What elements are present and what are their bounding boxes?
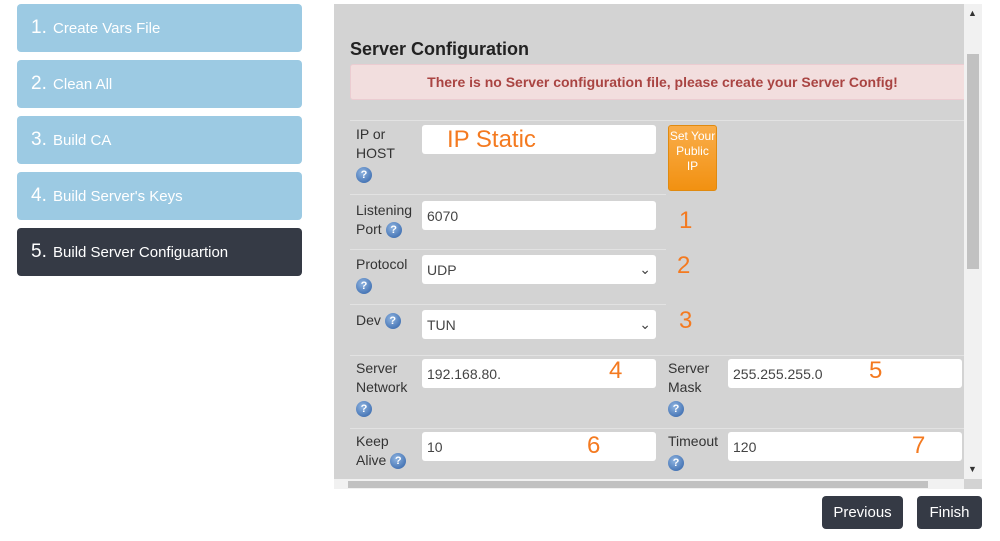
timeout-label: Timeout? [668,432,724,471]
timeout-label-text: Timeout [668,433,719,449]
help-icon[interactable]: ? [390,453,407,470]
divider [350,120,966,121]
server-configuration-panel: Server Configuration There is no Server … [334,4,982,489]
step-build-server-configuration[interactable]: 5. Build Server Configuartion [17,228,302,276]
timeout-input[interactable]: 120 [728,432,962,461]
annotation-1: 1 [679,207,693,234]
ip-static-annotation: IP Static [447,125,536,153]
horizontal-scrollbar-thumb[interactable] [348,481,928,488]
keep-alive-label: Keep Alive ? [356,432,418,470]
step-label: Build Server's Keys [53,187,183,205]
set-public-ip-button[interactable]: Set Your Public IP [668,125,717,191]
step-build-ca[interactable]: 3. Build CA [17,116,302,164]
help-icon[interactable]: ? [384,313,401,330]
protocol-select[interactable]: UDP ⌄ [422,255,656,284]
page-title: Server Configuration [350,39,530,59]
divider [350,355,970,356]
divider [350,304,666,305]
dev-label: Dev ? [356,311,418,330]
step-clean-all[interactable]: 2. Clean All [17,60,302,108]
step-build-server-keys[interactable]: 4. Build Server's Keys [17,172,302,220]
divider [350,249,666,250]
step-create-vars-file[interactable]: 1. Create Vars File [17,4,302,52]
server-network-label: Server Network? [356,359,416,417]
annotation-2: 2 [677,252,691,279]
ip-host-label-text: IP or HOST [356,126,395,161]
scroll-up-arrow-icon[interactable]: ▲ [968,8,977,18]
protocol-value: UDP [427,261,457,278]
listening-port-input[interactable]: 6070 [422,201,656,230]
server-mask-label-text: Server Mask [668,360,710,395]
listening-port-label-text: Listening Port [356,202,413,237]
divider [350,428,970,429]
protocol-label-text: Protocol [356,256,408,272]
listening-port-label: Listening Port ? [356,201,418,239]
step-number: 5. [31,241,47,262]
chevron-down-icon: ⌄ [639,316,651,332]
chevron-down-icon: ⌄ [639,261,651,277]
finish-button[interactable]: Finish [917,496,982,529]
help-icon[interactable]: ? [385,222,402,239]
step-number: 4. [31,185,47,206]
annotation-5: 5 [869,357,883,384]
error-alert: There is no Server configuration file, p… [350,64,975,100]
step-label: Clean All [53,75,113,93]
vertical-scrollbar-thumb[interactable] [967,54,979,269]
step-number: 3. [31,129,47,150]
help-icon[interactable]: ? [356,277,372,294]
annotation-6: 6 [587,432,601,459]
keep-alive-input[interactable]: 10 [422,432,656,461]
server-mask-input[interactable]: 255.255.255.0 [728,359,962,388]
server-mask-label: Server Mask? [668,359,718,417]
dev-label-text: Dev [356,312,381,328]
help-icon[interactable]: ? [668,454,684,471]
ip-host-input[interactable]: IP Static [422,125,656,154]
step-label: Build CA [53,131,112,149]
keep-alive-label-text: Keep Alive [356,433,389,468]
step-number: 1. [31,17,47,38]
server-network-label-text: Server Network [356,360,408,395]
help-icon[interactable]: ? [356,400,372,417]
previous-button[interactable]: Previous [822,496,903,529]
help-icon[interactable]: ? [668,400,684,417]
step-label: Create Vars File [53,19,161,37]
dev-value: TUN [427,316,456,333]
step-label: Build Server Configuartion [53,243,229,261]
annotation-4: 4 [609,357,623,384]
annotation-7: 7 [912,432,926,459]
step-number: 2. [31,73,47,94]
dev-select[interactable]: TUN ⌄ [422,310,656,339]
divider [350,194,666,195]
help-icon[interactable]: ? [356,166,372,183]
ip-host-label: IP or HOST? [356,125,418,183]
scroll-down-arrow-icon[interactable]: ▼ [968,464,977,474]
annotation-3: 3 [679,307,693,334]
protocol-label: Protocol? [356,255,418,294]
